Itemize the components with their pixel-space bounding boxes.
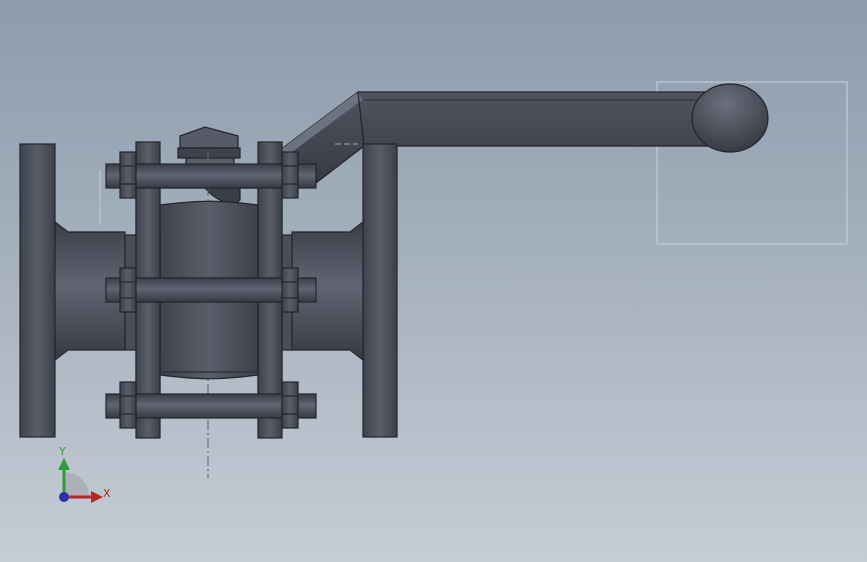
triad-z-axis-icon [59,492,69,502]
right-end-flange[interactable] [362,143,398,438]
handle-lever[interactable] [279,91,713,191]
triad-xy-plane-quadrant [64,472,89,497]
reference-triad: Y X [58,445,111,503]
triad-y-arrow-icon [58,458,70,470]
left-end-flange[interactable] [19,143,56,438]
triad-x-label: X [103,487,111,500]
triad-x-arrow-icon [91,491,103,503]
triad-y-label: Y [58,445,66,458]
ball-valve-model[interactable]: Y X [0,0,867,562]
handle-grip[interactable] [691,83,769,153]
cad-graphics-area[interactable]: Y X [0,0,867,562]
